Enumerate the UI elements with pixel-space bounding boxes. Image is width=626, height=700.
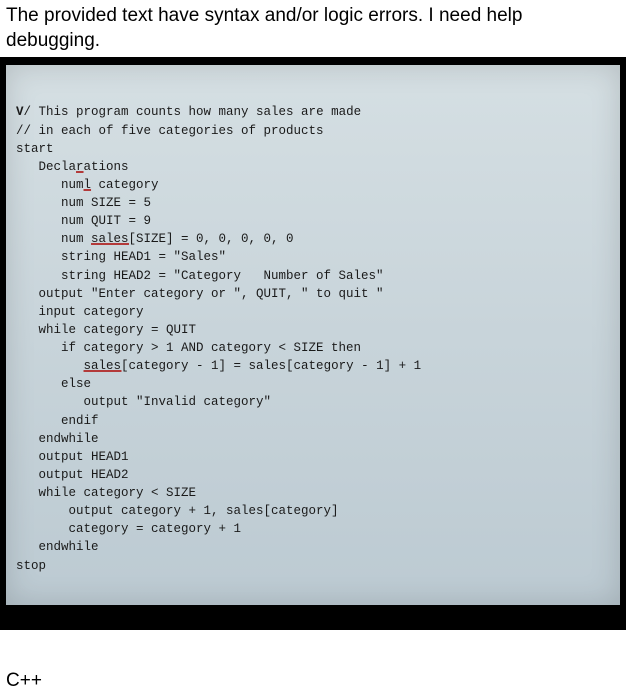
code-line: output HEAD1 [16,448,610,466]
code-line: output HEAD2 [16,466,610,484]
code-line: Declarations [16,158,610,176]
code-screenshot: V/ This program counts how many sales ar… [6,65,620,605]
code-line: while category = QUIT [16,321,610,339]
code-line: output category + 1, sales[category] [16,502,610,520]
code-line: endif [16,412,610,430]
language-tag-footer: C++ [0,630,626,700]
question-text: The provided text have syntax and/or log… [6,5,522,51]
code-line: output "Enter category or ", QUIT, " to … [16,285,610,303]
code-line: category = category + 1 [16,520,610,538]
code-line: input category [16,303,610,321]
code-line: numl category [16,176,610,194]
code-line: while category < SIZE [16,484,610,502]
code-line: num SIZE = 5 [16,194,610,212]
code-line: // in each of five categories of product… [16,122,610,140]
code-line: num sales[SIZE] = 0, 0, 0, 0, 0 [16,230,610,248]
code-line: if category > 1 AND category < SIZE then [16,339,610,357]
code-line: else [16,375,610,393]
code-line: num QUIT = 9 [16,212,610,230]
question-header: The provided text have syntax and/or log… [0,0,626,57]
code-line: sales[category - 1] = sales[category - 1… [16,357,610,375]
code-line: V/ This program counts how many sales ar… [16,103,610,121]
language-tag: C++ [6,670,42,691]
code-line: output "Invalid category" [16,393,610,411]
code-line: stop [16,557,610,575]
code-line: endwhile [16,430,610,448]
code-line: endwhile [16,538,610,556]
code-line: start [16,140,610,158]
code-line: string HEAD2 = "Category Number of Sales… [16,267,610,285]
code-line: string HEAD1 = "Sales" [16,248,610,266]
